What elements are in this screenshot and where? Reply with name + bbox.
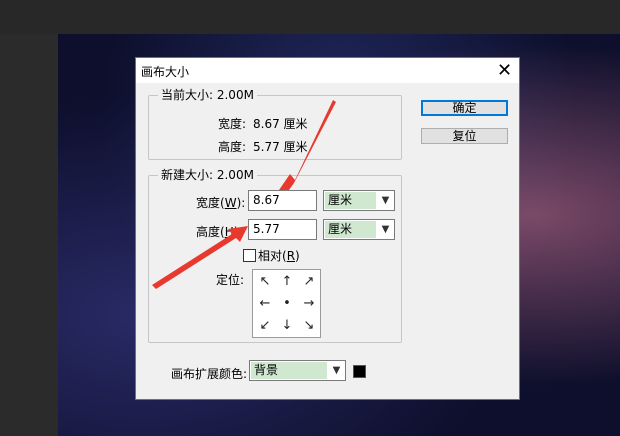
- anchor-label: 定位:: [216, 273, 245, 287]
- anchor-bottom-icon[interactable]: ↓: [276, 315, 298, 337]
- width-input[interactable]: 8.67: [248, 190, 317, 211]
- anchor-center-icon[interactable]: •: [276, 293, 298, 315]
- anchor-bottom-right-icon[interactable]: ↘: [298, 315, 320, 337]
- anchor-right-icon[interactable]: →: [298, 293, 320, 315]
- dialog-titlebar: 画布大小 ✕: [136, 58, 519, 83]
- new-size-legend: 新建大小: 2.00M: [161, 168, 254, 182]
- width-unit-select[interactable]: 厘米 ▼: [323, 190, 395, 211]
- extension-color-value: 背景: [251, 362, 327, 379]
- chevron-down-icon: ▼: [332, 365, 341, 376]
- new-width-label: 宽度(W):: [196, 196, 246, 210]
- current-height-value: 5.77 厘米: [253, 140, 308, 154]
- extension-color-swatch[interactable]: [353, 365, 366, 378]
- anchor-top-left-icon[interactable]: ↖: [254, 271, 276, 293]
- reset-button[interactable]: 复位: [421, 128, 508, 144]
- height-input[interactable]: 5.77: [248, 219, 317, 240]
- current-height-label: 高度:: [218, 140, 247, 154]
- current-width-value: 8.67 厘米: [253, 117, 308, 131]
- canvas-size-dialog: 画布大小 ✕ 当前大小: 2.00M 宽度: 8.67 厘米 高度: 5.77 …: [135, 57, 520, 400]
- extension-color-select[interactable]: 背景 ▼: [249, 360, 346, 381]
- extension-color-label: 画布扩展颜色:: [171, 367, 248, 381]
- chevron-down-icon: ▼: [381, 195, 390, 206]
- anchor-left-icon[interactable]: ←: [254, 293, 276, 315]
- app-top-bar: [0, 0, 620, 34]
- relative-label: 相对(R): [258, 249, 300, 263]
- height-unit-value: 厘米: [325, 221, 376, 238]
- chevron-down-icon: ▼: [381, 224, 390, 235]
- ok-button[interactable]: 确定: [421, 100, 508, 116]
- height-unit-select[interactable]: 厘米 ▼: [323, 219, 395, 240]
- relative-checkbox[interactable]: [243, 249, 256, 262]
- current-width-label: 宽度:: [218, 117, 247, 131]
- width-unit-value: 厘米: [325, 192, 376, 209]
- current-size-legend: 当前大小: 2.00M: [161, 88, 254, 102]
- anchor-top-right-icon[interactable]: ↗: [298, 271, 320, 293]
- anchor-top-icon[interactable]: ↑: [276, 271, 298, 293]
- anchor-bottom-left-icon[interactable]: ↙: [254, 315, 276, 337]
- close-button[interactable]: ✕: [490, 58, 519, 83]
- dialog-title: 画布大小: [141, 65, 190, 79]
- new-height-label: 高度(H):: [196, 225, 243, 239]
- anchor-grid: ↖ ↑ ↗ ← • → ↙ ↓ ↘: [252, 269, 321, 338]
